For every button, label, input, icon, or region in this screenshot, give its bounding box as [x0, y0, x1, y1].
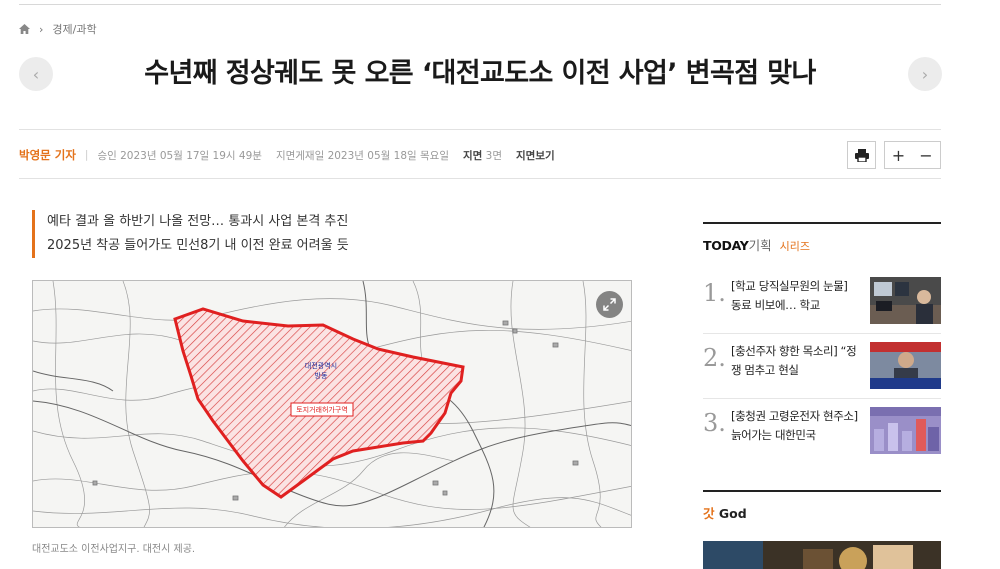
- series-divider: [703, 398, 941, 399]
- series-item-title[interactable]: [충선주자 향한 목소리] “정쟁 멈추고 현실: [731, 342, 859, 380]
- breadcrumb-separator: ›: [39, 22, 44, 36]
- topographic-map: 대전광역시 방동 토지거래허가구역: [33, 281, 631, 527]
- series-divider: [703, 333, 941, 334]
- series-item[interactable]: 1. [학교 당직실무원의 눈물] 동료 비보에… 학교: [703, 277, 941, 329]
- today-label: TODAY: [703, 238, 749, 253]
- article-map-image[interactable]: 대전광역시 방동 토지거래허가구역: [32, 280, 632, 528]
- expand-image-button[interactable]: [596, 291, 623, 318]
- map-label-city: 대전광역시: [305, 361, 337, 370]
- article-subheadline: 예타 결과 올 하반기 나올 전망… 통과시 사업 본격 추진 2025년 착공…: [32, 210, 349, 258]
- series-item-rank: 1.: [703, 279, 726, 307]
- series-item[interactable]: 3. [충청권 고령운전자 현주소] 늙어가는 대한민국: [703, 407, 941, 459]
- meta-separator: |: [84, 149, 89, 161]
- series-item-rank: 2.: [703, 344, 726, 372]
- today-series-header: TODAY 기획 시리즈: [703, 235, 810, 254]
- page-number: 3면: [485, 149, 503, 162]
- meta-divider-top: [19, 129, 941, 130]
- print-date: 지면게재일 2023년 05월 18일 목요일: [275, 149, 449, 162]
- print-button[interactable]: [847, 141, 876, 169]
- minus-icon: −: [919, 145, 933, 165]
- article-meta: 박영문 기자 | 승인 2023년 05월 17일 19시 49분 지면게재일 …: [19, 147, 555, 163]
- series-item-thumbnail[interactable]: [870, 277, 941, 324]
- expand-icon: [603, 298, 616, 311]
- series-item-thumbnail[interactable]: [870, 407, 941, 454]
- series-item-title[interactable]: [학교 당직실무원의 눈물] 동료 비보에… 학교: [731, 277, 859, 315]
- home-icon[interactable]: [19, 24, 30, 34]
- god-label-1: 갓: [703, 506, 715, 521]
- font-decrease-button[interactable]: −: [912, 141, 941, 169]
- god-section-image[interactable]: [703, 541, 941, 569]
- meta-divider-bottom: [19, 178, 941, 179]
- series-item-thumbnail[interactable]: [870, 342, 941, 389]
- series-item[interactable]: 2. [충선주자 향한 목소리] “정쟁 멈추고 현실: [703, 342, 941, 394]
- breadcrumb-section[interactable]: 경제/과학: [52, 21, 96, 37]
- approved-date: 승인 2023년 05월 17일 19시 49분: [97, 149, 262, 162]
- subheadline-line-1: 예타 결과 올 하반기 나올 전망… 통과시 사업 본격 추진: [47, 214, 349, 229]
- series-item-title[interactable]: [충청권 고령운전자 현주소] 늙어가는 대한민국: [731, 407, 859, 445]
- next-article-button[interactable]: ›: [908, 57, 942, 91]
- chevron-right-icon: ›: [921, 64, 929, 84]
- god-section-title[interactable]: 갓 God: [703, 503, 747, 522]
- subheadline-line-2: 2025년 착공 들어가도 민선8기 내 이전 완료 어려울 듯: [47, 238, 349, 253]
- page-label: 지면: [463, 149, 483, 162]
- chevron-left-icon: ‹: [32, 64, 40, 84]
- series-link[interactable]: 시리즈: [780, 238, 810, 254]
- breadcrumb: › 경제/과학: [19, 21, 97, 37]
- god-section-divider: [703, 490, 941, 492]
- sidebar-top-divider: [703, 222, 941, 224]
- article-title: 수년째 정상궤도 못 오른 ‘대전교도소 이전 사업’ 변곡점 맞나: [144, 58, 816, 89]
- view-print-link[interactable]: 지면보기: [516, 148, 555, 163]
- map-label-district: 방동: [315, 371, 328, 380]
- font-increase-button[interactable]: +: [884, 141, 913, 169]
- feature-label: 기획: [748, 238, 772, 253]
- top-divider: [19, 4, 941, 5]
- map-label-zone: 토지거래허가구역: [296, 405, 348, 414]
- god-label-2: God: [714, 506, 747, 521]
- prev-article-button[interactable]: ‹: [19, 57, 53, 91]
- image-caption: 대전교도소 이전사업지구. 대전시 제공.: [32, 544, 196, 555]
- plus-icon: +: [891, 145, 906, 165]
- series-item-rank: 3.: [703, 409, 726, 437]
- author-name[interactable]: 박영문 기자: [19, 147, 76, 163]
- printer-icon: [854, 148, 869, 162]
